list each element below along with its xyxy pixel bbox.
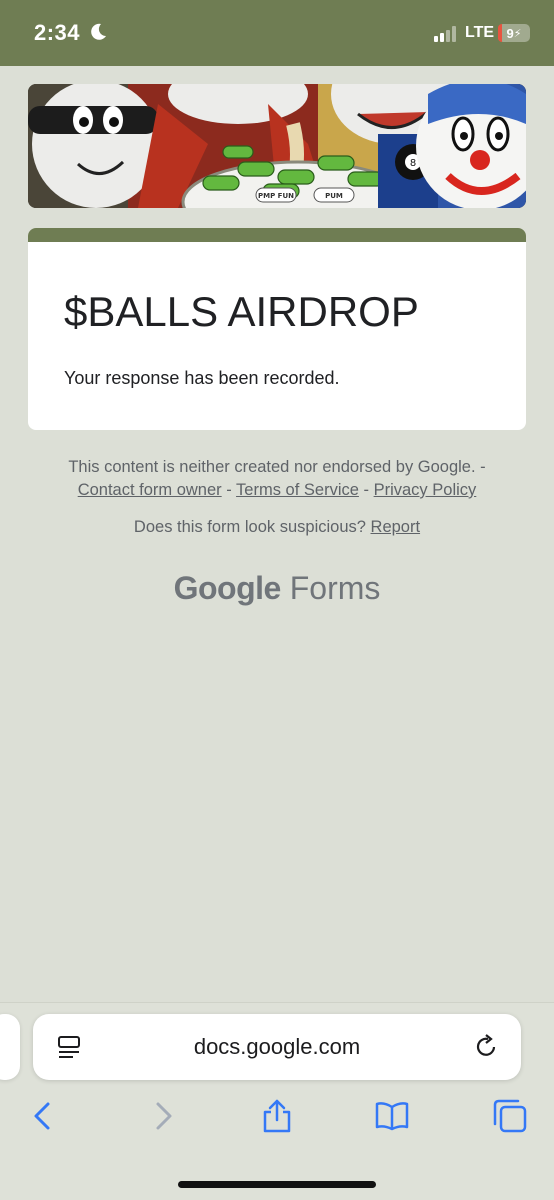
bookmarks-icon[interactable]	[374, 1098, 410, 1134]
logo-google: Google	[173, 570, 282, 606]
suspicious-text: Does this form look suspicious?	[133, 518, 371, 536]
report-line: Does this form look suspicious? Report	[20, 518, 534, 537]
privacy-link[interactable]: Privacy Policy	[374, 481, 477, 499]
network-type: LTE	[465, 24, 495, 41]
contact-owner-link[interactable]: Contact form owner	[78, 481, 222, 499]
google-forms-logo[interactable]: Google Forms	[0, 570, 554, 607]
tabs-icon[interactable]	[492, 1098, 528, 1134]
terms-link[interactable]: Terms of Service	[236, 481, 359, 499]
previous-tab-peek[interactable]	[0, 1014, 20, 1080]
share-icon[interactable]	[259, 1098, 295, 1134]
home-indicator[interactable]	[178, 1181, 376, 1188]
moon-icon	[91, 23, 106, 40]
signal-icon	[434, 26, 456, 42]
charging-icon: ⚡	[513, 27, 522, 40]
pill-label-pum: PUM	[325, 192, 343, 200]
confirmation-card: $BALLS AIRDROP Your response has been re…	[28, 228, 526, 430]
separator: -	[358, 481, 374, 499]
logo-forms: Forms	[289, 570, 381, 606]
report-link[interactable]: Report	[371, 518, 421, 536]
status-bar: 2:34 LTE 9 ⚡	[0, 0, 554, 66]
separator: -	[221, 481, 237, 499]
card-accent-bar	[28, 228, 526, 242]
confirmation-message: Your response has been recorded.	[64, 368, 340, 388]
disclaimer-text: This content is neither created nor endo…	[68, 458, 486, 476]
footer-disclaimer: This content is neither created nor endo…	[20, 456, 534, 502]
back-icon[interactable]	[26, 1098, 62, 1134]
status-time: 2:34	[34, 20, 81, 45]
svg-text:8: 8	[410, 158, 416, 169]
battery-level: 9	[506, 25, 514, 41]
reload-icon[interactable]	[474, 1034, 500, 1060]
pill-label-pmp: PMP FUN	[258, 192, 294, 200]
form-header-banner: PMP FUN PUM 8	[28, 84, 526, 208]
battery-indicator: 9 ⚡	[498, 24, 530, 42]
address-bar[interactable]: docs.google.com	[33, 1014, 521, 1080]
form-title: $BALLS AIRDROP	[64, 288, 419, 335]
url-text[interactable]: docs.google.com	[33, 1034, 521, 1060]
forward-icon[interactable]	[144, 1098, 180, 1134]
